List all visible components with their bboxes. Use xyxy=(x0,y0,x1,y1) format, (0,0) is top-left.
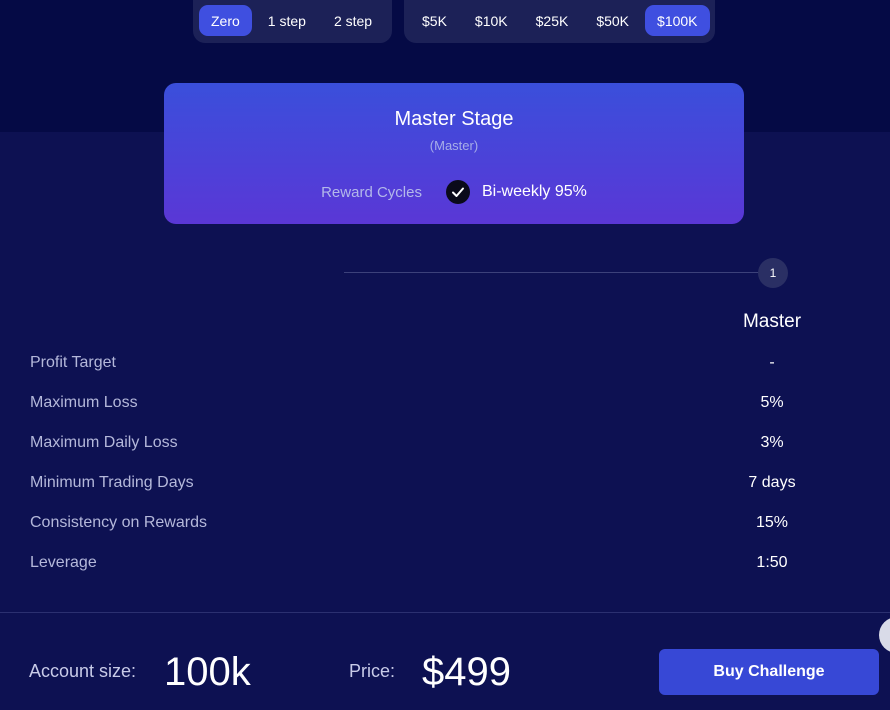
row-label: Leverage xyxy=(30,554,97,571)
scroll-to-top-button[interactable] xyxy=(879,617,890,653)
table-row: Profit Target - xyxy=(30,354,830,378)
table-row: Minimum Trading Days 7 days xyxy=(30,474,830,498)
size-100k-button[interactable]: $100K xyxy=(645,5,710,36)
row-label: Maximum Loss xyxy=(30,394,138,411)
row-value: 7 days xyxy=(748,474,796,491)
account-size-label: Account size: xyxy=(29,661,137,681)
row-value: - xyxy=(769,354,775,371)
account-size-selector: $5K $10K $25K $50K $100K xyxy=(404,0,715,43)
row-label: Maximum Daily Loss xyxy=(30,434,178,451)
stage-subtitle: (Master) xyxy=(429,138,479,153)
price-label: Price: xyxy=(349,661,396,681)
table-row: Consistency on Rewards 15% xyxy=(30,514,830,538)
reward-cycles-label: Reward Cycles xyxy=(321,183,422,201)
row-label: Profit Target xyxy=(30,354,116,371)
page: Zero 1 step 2 step $5K $10K $25K $50K $1… xyxy=(0,0,890,710)
reward-cycles-value: Bi-weekly 95% xyxy=(481,183,587,200)
size-25k-button[interactable]: $25K xyxy=(524,5,581,36)
type-1-step-button[interactable]: 1 step xyxy=(256,5,318,36)
table-row: Maximum Loss 5% xyxy=(30,394,830,418)
row-value: 15% xyxy=(755,514,789,531)
stage-card: Master Stage (Master) Reward Cycles Bi-w… xyxy=(164,83,744,224)
table-row: Maximum Daily Loss 3% xyxy=(30,434,830,458)
check-circle-icon xyxy=(445,180,470,204)
reward-cycles: Reward Cycles Bi-weekly 95% xyxy=(164,180,744,204)
type-zero-button[interactable]: Zero xyxy=(199,5,252,36)
table-row: Leverage 1:50 xyxy=(30,554,830,578)
stage-title: Master Stage xyxy=(394,108,514,130)
row-label: Consistency on Rewards xyxy=(30,514,207,531)
size-5k-button[interactable]: $5K xyxy=(410,5,459,36)
type-2-step-button[interactable]: 2 step xyxy=(322,5,384,36)
challenge-type-selector: Zero 1 step 2 step xyxy=(193,0,392,43)
timeline-line xyxy=(344,272,760,273)
row-label: Minimum Trading Days xyxy=(30,474,194,491)
size-10k-button[interactable]: $10K xyxy=(463,5,520,36)
account-size-value: 100k xyxy=(164,650,251,694)
column-header: Master xyxy=(742,311,802,332)
row-value: 3% xyxy=(760,434,784,451)
price-value: $499 xyxy=(422,650,511,694)
row-value: 1:50 xyxy=(756,554,788,571)
buy-challenge-button[interactable]: Buy Challenge xyxy=(659,649,879,695)
row-value: 5% xyxy=(760,394,784,411)
size-50k-button[interactable]: $50K xyxy=(584,5,641,36)
footer-divider xyxy=(0,612,890,613)
step-indicator: 1 xyxy=(758,258,788,288)
